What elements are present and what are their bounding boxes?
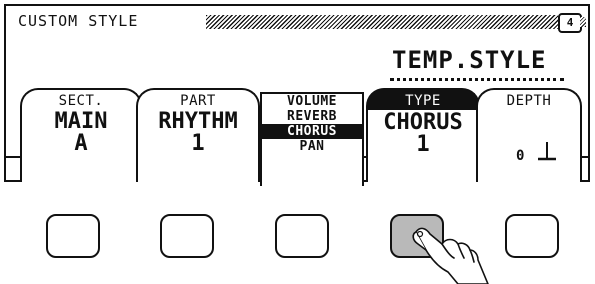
effect-chorus[interactable]: CHORUS <box>262 124 362 139</box>
tab-depth-label: DEPTH <box>506 93 552 109</box>
tab-type-label: TYPE <box>368 90 478 110</box>
effect-pan[interactable]: PAN <box>262 139 362 154</box>
title-bar-hatch <box>206 15 558 29</box>
style-name-underline <box>390 78 564 81</box>
tab-section[interactable]: SECT. MAIN A <box>20 88 142 182</box>
style-name: TEMP.STYLE <box>392 46 547 74</box>
lcd-screen: CUSTOM STYLE 4 TEMP.STYLE SECT. MAIN A P… <box>4 4 590 186</box>
tab-section-value: MAIN <box>54 109 108 134</box>
tab-type-value: CHORUS <box>383 110 463 135</box>
tab-part-value: RHYTHM <box>158 109 238 134</box>
page-tail-hatch <box>580 17 586 27</box>
panel-button-1[interactable] <box>46 214 100 258</box>
screen-title: CUSTOM STYLE <box>18 12 139 30</box>
effect-volume[interactable]: VOLUME <box>262 94 362 109</box>
panel-button-2[interactable] <box>160 214 214 258</box>
panel-button-5[interactable] <box>505 214 559 258</box>
effect-list[interactable]: VOLUME REVERB CHORUS PAN <box>260 92 364 186</box>
page-number-badge: 4 <box>558 13 582 33</box>
depth-value: 0 <box>516 148 525 164</box>
tab-section-label: SECT. <box>58 93 104 109</box>
tab-part[interactable]: PART RHYTHM 1 <box>136 88 260 182</box>
tab-part-label: PART <box>180 93 216 109</box>
tab-type-sub: 1 <box>416 132 430 157</box>
pointing-hand-icon <box>412 227 489 284</box>
tab-section-sub: A <box>74 131 88 156</box>
panel-button-3[interactable] <box>275 214 329 258</box>
tab-part-sub: 1 <box>191 131 205 156</box>
slider-icon <box>538 142 556 161</box>
effect-reverb[interactable]: REVERB <box>262 109 362 124</box>
tab-depth[interactable]: DEPTH <box>476 88 582 182</box>
tab-type[interactable]: TYPE CHORUS 1 <box>366 88 480 182</box>
